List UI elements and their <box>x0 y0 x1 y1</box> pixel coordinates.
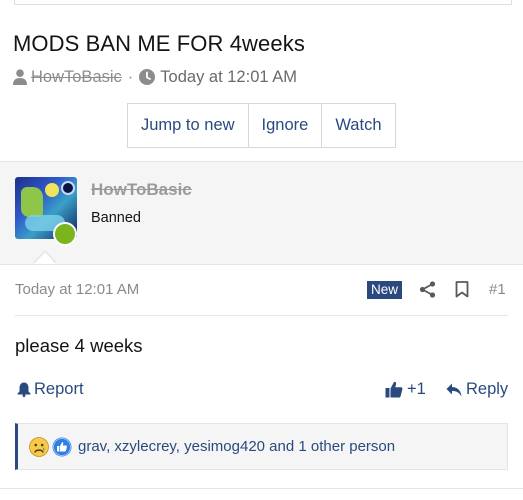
report-label: Report <box>34 380 84 398</box>
post-user-header <box>0 161 523 265</box>
thumbs-up-icon <box>385 381 403 398</box>
user-icon <box>13 69 27 85</box>
reply-label: Reply <box>466 380 509 398</box>
reactions-users-link[interactable]: grav, xzylecrey, yesimog420 and 1 other … <box>78 438 395 455</box>
reaction-icons <box>29 436 75 457</box>
previous-card-edge <box>14 0 512 5</box>
thread-meta: HowToBasic · Today at 12:01 AM <box>13 67 297 87</box>
share-icon[interactable] <box>419 281 436 298</box>
new-badge: New <box>367 281 403 299</box>
reply-icon <box>446 383 462 396</box>
user-title: Banned <box>91 210 141 226</box>
post-number-link[interactable]: #1 <box>489 281 506 298</box>
sad-face-icon <box>29 436 49 457</box>
like-count: +1 <box>407 380 426 398</box>
bookmark-icon[interactable] <box>455 281 469 298</box>
thread-author-link[interactable]: HowToBasic <box>31 68 122 87</box>
post-date-link[interactable]: Today at 12:01 AM <box>15 281 139 298</box>
report-button[interactable]: Report <box>17 380 84 399</box>
header-caret <box>34 252 56 264</box>
like-reaction-icon <box>52 437 72 456</box>
watch-button[interactable]: Watch <box>322 104 395 147</box>
post-author-link[interactable]: HowToBasic <box>91 180 192 200</box>
jump-to-new-button[interactable]: Jump to new <box>128 104 249 147</box>
thread-time-link[interactable]: Today at 12:01 AM <box>160 68 297 87</box>
reactions-bar[interactable]: grav, xzylecrey, yesimog420 and 1 other … <box>15 423 508 470</box>
thread-action-bar: Jump to new Ignore Watch <box>127 103 396 148</box>
reply-button[interactable]: Reply <box>446 380 508 399</box>
thread-title: MODS BAN ME FOR 4weeks <box>13 31 305 56</box>
online-status-indicator <box>53 222 77 246</box>
bell-icon <box>17 382 31 397</box>
like-button[interactable]: +1 <box>385 380 426 399</box>
clock-icon <box>139 69 156 85</box>
ignore-button[interactable]: Ignore <box>248 104 323 147</box>
post-body: please 4 weeks <box>15 335 143 356</box>
footer-divider <box>0 488 523 489</box>
post-divider <box>15 315 508 316</box>
meta-separator: · <box>127 67 134 86</box>
